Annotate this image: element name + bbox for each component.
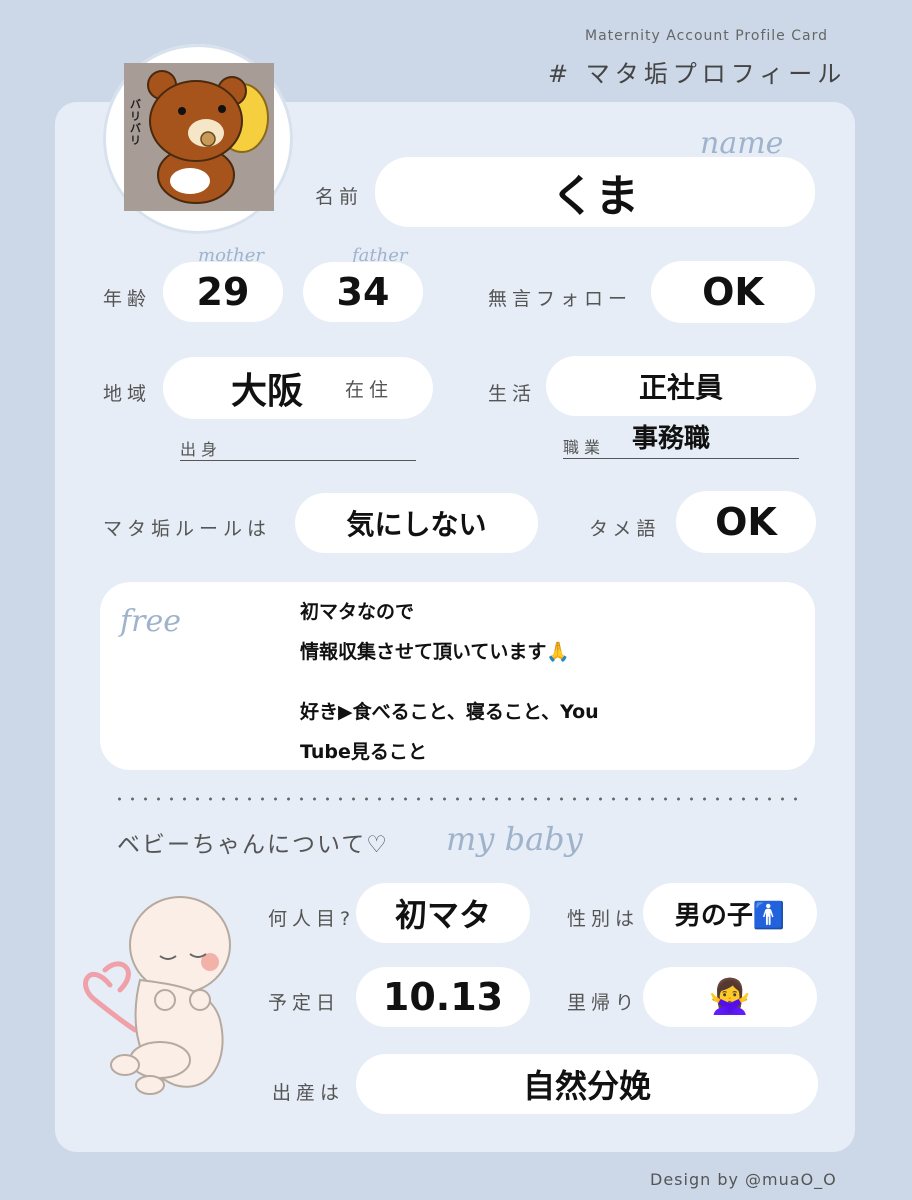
baby-which-value: 初マタ: [356, 883, 530, 943]
region-suffix: 在住: [345, 378, 394, 401]
life-value: 正社員: [546, 356, 816, 416]
casual-label: タメ語: [589, 518, 661, 540]
origin-label: 出身: [180, 440, 223, 459]
rules-label: マタ垢ルールは: [103, 518, 272, 540]
baby-due-label: 予定日: [268, 992, 341, 1014]
bear-eating-icon: [147, 70, 269, 204]
baby-birth-value: 自然分娩: [356, 1054, 818, 1114]
baby-illustration: [83, 896, 231, 1095]
baby-gender-value: 男の子🚹: [643, 883, 817, 943]
silent-follow-label: 無言フォロー: [488, 288, 633, 310]
free-text: 初マタなので 情報収集させて頂いています🙏 好き▶︎食べること、寝ること、You…: [300, 592, 599, 772]
free-line: 好き▶︎食べること、寝ること、You: [300, 701, 599, 723]
dotted-divider: [113, 796, 803, 802]
avatar: バリバリ: [103, 44, 293, 234]
rules-value: 気にしない: [295, 493, 538, 553]
job-underline: [563, 458, 799, 459]
mother-age: 29: [163, 262, 283, 322]
header-subtitle: Maternity Account Profile Card: [585, 28, 828, 44]
casual-value: OK: [676, 491, 816, 553]
region-pill: 大阪 在住: [163, 357, 433, 419]
baby-script: my baby: [446, 820, 583, 858]
origin-underline: [180, 460, 416, 461]
job-value: 事務職: [632, 424, 711, 454]
region-value: 大阪: [231, 371, 304, 412]
avatar-photo: バリバリ: [124, 63, 274, 211]
sound-effect-text: バリバリ: [130, 98, 141, 147]
age-label: 年齢: [103, 288, 152, 310]
free-script: free: [120, 604, 181, 639]
father-age: 34: [303, 262, 423, 322]
baby-due-value: 10.13: [356, 967, 530, 1027]
footer-credit: Design by @muaO_O: [650, 1170, 837, 1189]
free-line: Tube見ること: [300, 741, 427, 763]
free-line: 初マタなので: [300, 601, 415, 623]
name-script: name: [700, 126, 784, 161]
silent-follow-value: OK: [651, 261, 815, 323]
region-label: 地域: [103, 383, 152, 405]
free-line: 情報収集させて頂いています🙏: [300, 641, 571, 663]
baby-which-label: 何人目?: [268, 908, 356, 930]
page-title: # マタ垢プロフィール: [548, 60, 847, 88]
job-label: 職業: [563, 438, 606, 457]
name-label: 名前: [315, 186, 364, 208]
life-label: 生活: [488, 383, 537, 405]
baby-heading: ベビーちゃんについて♡: [117, 832, 389, 858]
baby-homecoming-value: 🙅‍♀️: [643, 967, 817, 1027]
baby-birth-label: 出産は: [272, 1082, 345, 1104]
baby-homecoming-label: 里帰り: [567, 992, 640, 1014]
name-value: くま: [375, 157, 815, 227]
baby-gender-label: 性別は: [567, 908, 640, 930]
